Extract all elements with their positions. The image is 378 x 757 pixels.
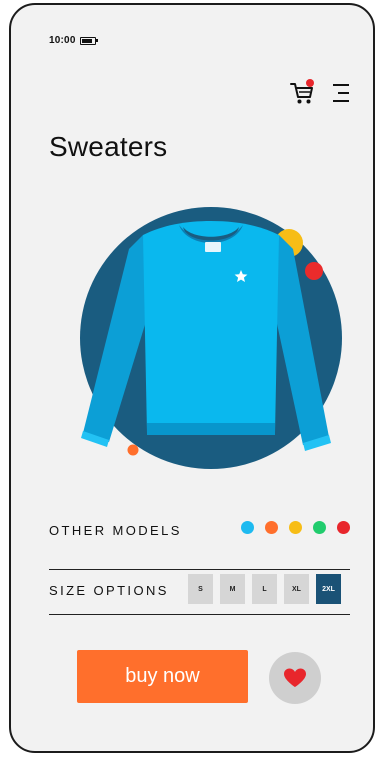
- heart-icon: [284, 668, 306, 687]
- divider-top: [49, 569, 350, 570]
- status-bar: 10:00: [49, 35, 98, 46]
- size-option-xl[interactable]: XL: [284, 574, 309, 604]
- color-swatch[interactable]: [337, 521, 350, 534]
- size-option-s[interactable]: S: [188, 574, 213, 604]
- favorite-button[interactable]: [269, 652, 321, 704]
- cart-badge: [306, 79, 314, 87]
- color-swatch[interactable]: [265, 521, 278, 534]
- color-swatch[interactable]: [313, 521, 326, 534]
- color-swatch[interactable]: [241, 521, 254, 534]
- size-options-label: SIZE OPTIONS: [49, 583, 169, 598]
- menu-icon[interactable]: [331, 82, 351, 104]
- phone-frame: 10:00 Sweaters OTHER MODELS SIZE OPTIONS…: [9, 3, 375, 753]
- other-models-label: OTHER MODELS: [49, 523, 182, 538]
- page-title: Sweaters: [49, 131, 168, 162]
- size-option-l[interactable]: L: [252, 574, 277, 604]
- color-swatches: [241, 521, 350, 534]
- divider-bottom: [49, 614, 350, 615]
- size-options: S M L XL 2XL: [188, 574, 341, 604]
- sweater-image: [80, 207, 342, 469]
- battery-icon: [79, 36, 98, 45]
- size-option-m[interactable]: M: [220, 574, 245, 604]
- cart-icon[interactable]: [289, 79, 315, 107]
- status-time: 10:00: [49, 35, 76, 46]
- buy-now-button[interactable]: buy now: [77, 650, 248, 703]
- size-option-2xl[interactable]: 2XL: [316, 574, 341, 604]
- color-swatch[interactable]: [289, 521, 302, 534]
